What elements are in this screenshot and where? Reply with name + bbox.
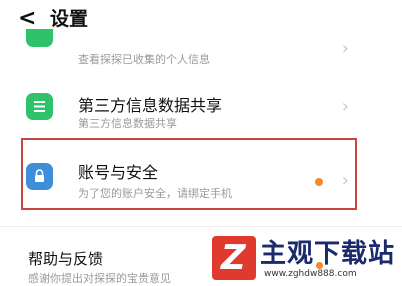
section-divider <box>0 226 402 227</box>
settings-item-personal-info[interactable]: 查看探探已收集的个人信息 › <box>0 24 402 72</box>
settings-item-account-security[interactable]: 账号与安全 为了您的账户安全，请绑定手机 › <box>0 138 402 212</box>
lock-icon <box>26 163 53 190</box>
watermark-logo-icon: Z <box>212 236 256 280</box>
settings-item-subtitle: 为了您的账户安全，请绑定手机 <box>78 187 232 200</box>
watermark-url: www.zghdw888.com <box>264 269 357 279</box>
settings-item-subtitle: 第三方信息数据共享 <box>78 117 177 130</box>
settings-item-label: 账号与安全 <box>78 163 159 182</box>
settings-item-label: 第三方信息数据共享 <box>78 96 223 115</box>
chevron-right-icon: › <box>341 170 349 191</box>
list-icon <box>26 93 53 120</box>
settings-item-label: 帮助与反馈 <box>28 250 104 268</box>
watermark: Z 主观下载站 www.zghdw888.com <box>212 236 402 286</box>
notification-dot <box>315 178 323 186</box>
green-square-icon <box>26 29 53 47</box>
watermark-title: 主观下载站 <box>260 239 396 269</box>
chevron-right-icon: › <box>341 38 349 59</box>
settings-item-subtitle: 感谢你提出对探探的宝贵意见 <box>28 272 171 285</box>
settings-item-subtitle: 查看探探已收集的个人信息 <box>78 53 210 66</box>
chevron-right-icon: › <box>341 96 349 117</box>
settings-item-third-party-sharing[interactable]: 第三方信息数据共享 第三方信息数据共享 › <box>0 86 402 138</box>
